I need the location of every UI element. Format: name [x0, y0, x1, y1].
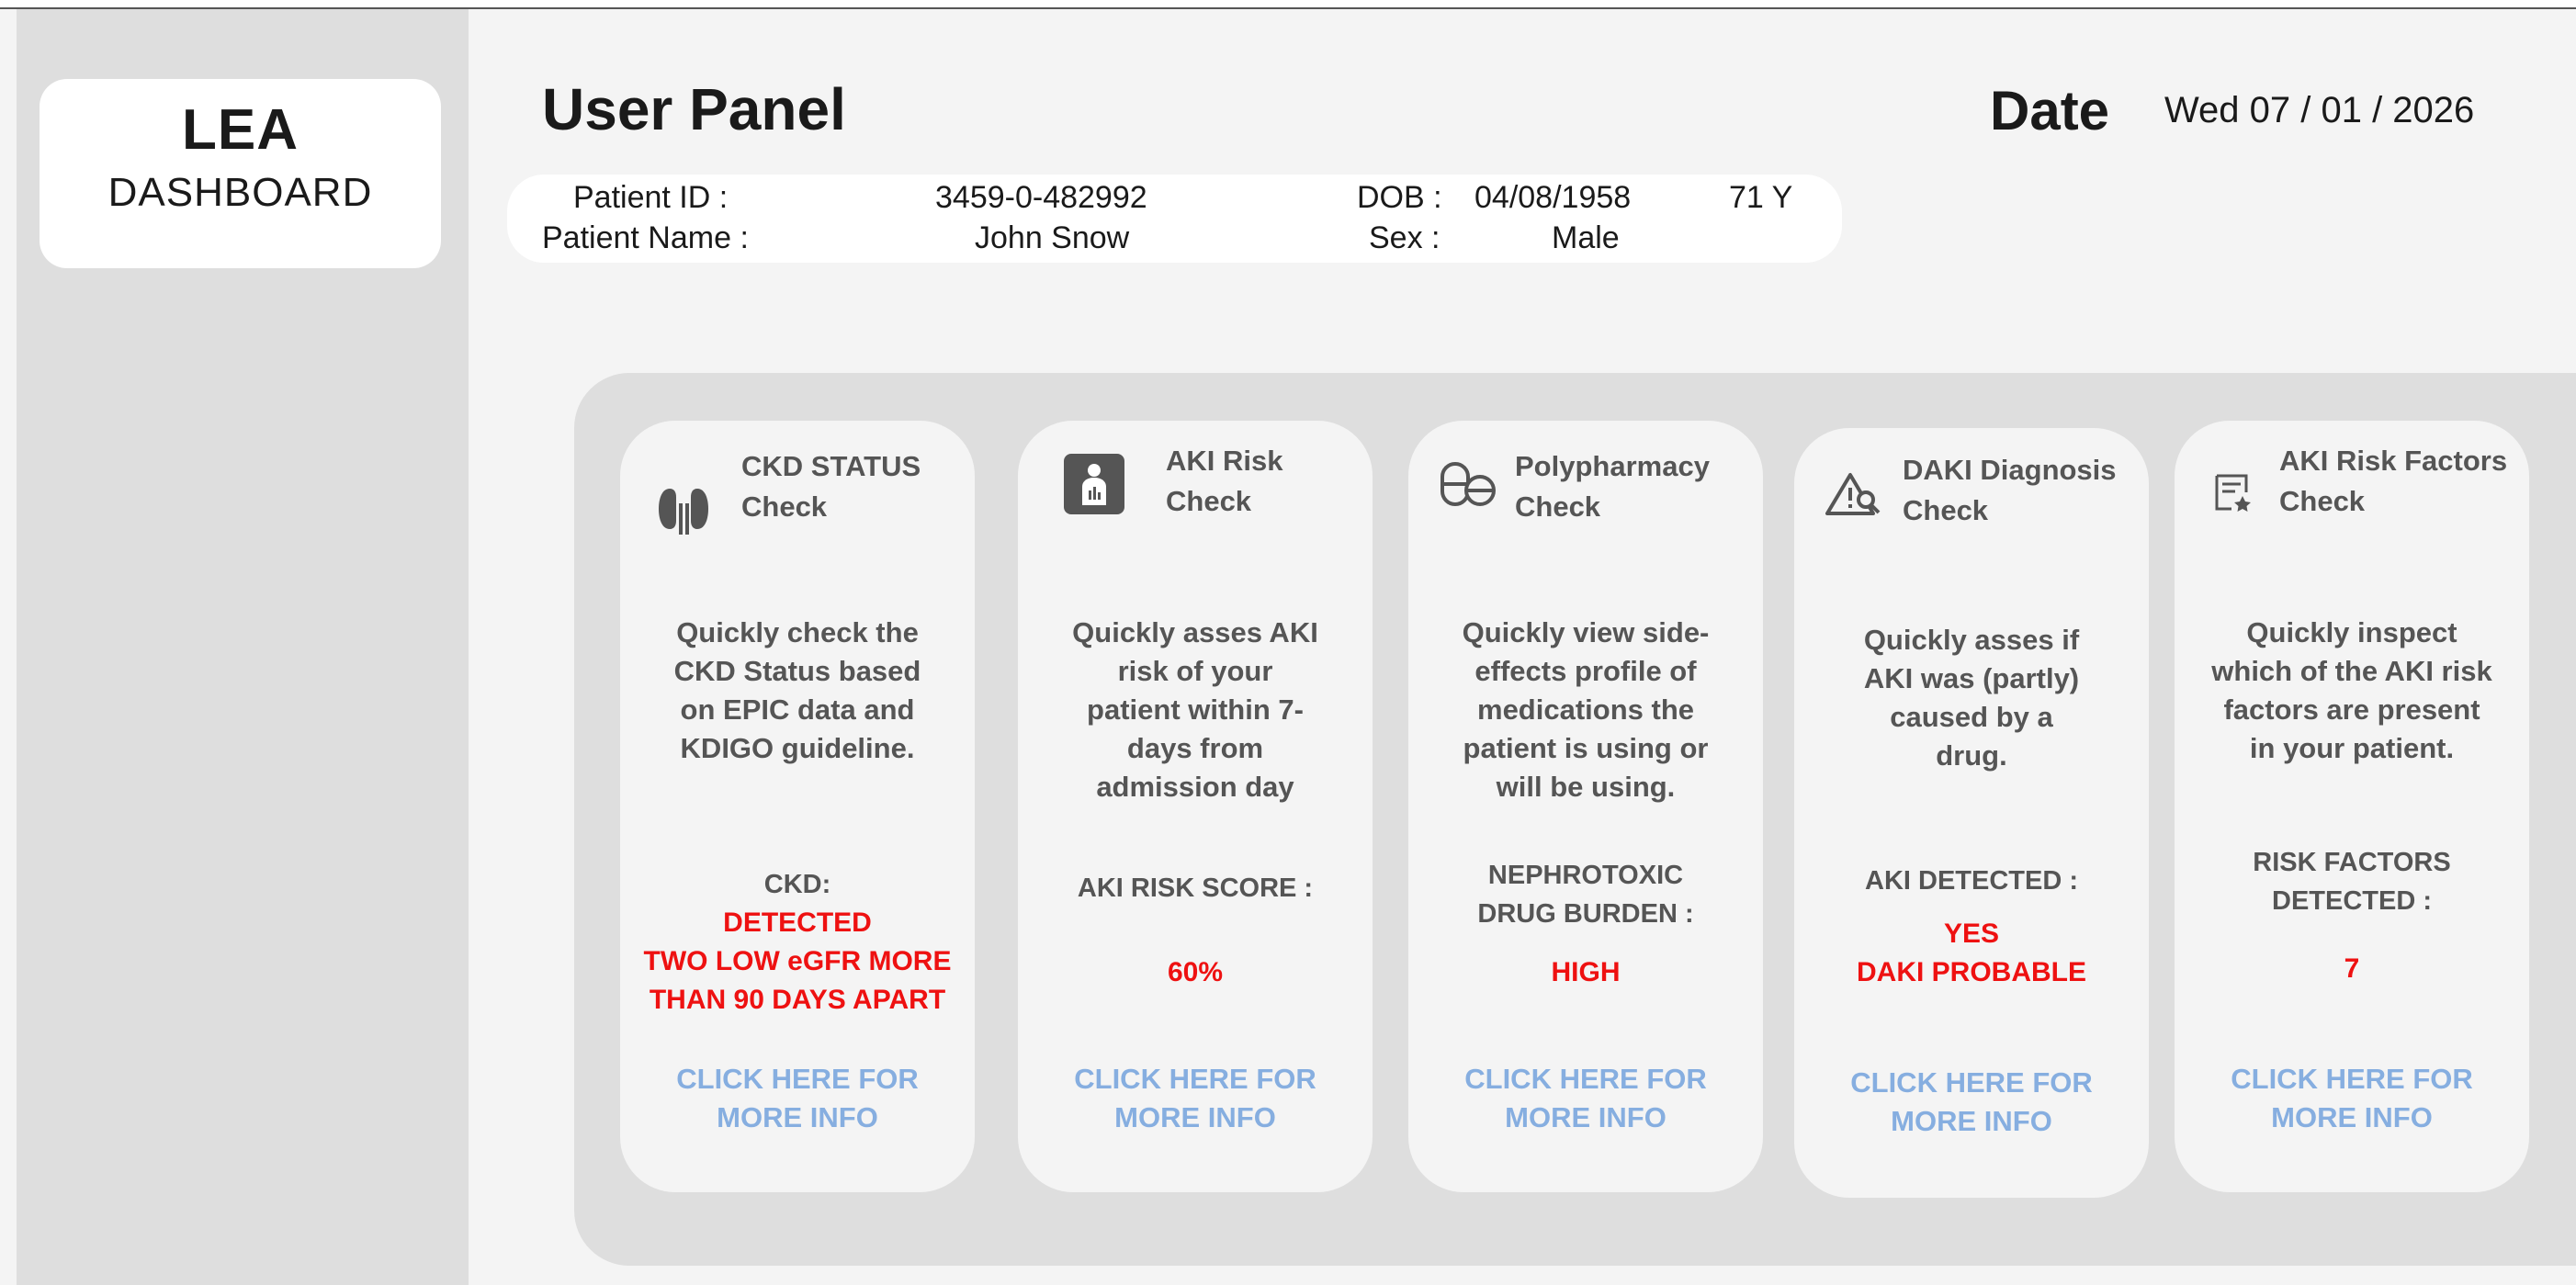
card-result-value: 7 [2344, 953, 2360, 984]
patient-id-label: Patient ID : [573, 180, 729, 215]
card-result-label: CKD: [763, 870, 831, 899]
app-logo[interactable]: LEA DASHBOARD [40, 79, 441, 268]
card-result-value: 60% [1167, 957, 1224, 987]
more-info-link[interactable]: CLICK HERE FOR MORE INFO [1803, 1064, 2140, 1141]
age-value: 71 Y [1729, 180, 1793, 215]
card-result-label: NEPHROTOXIC DRUG BURDEN : [1477, 861, 1694, 929]
more-info-link[interactable]: CLICK HERE FOR MORE INFO [1027, 1060, 1363, 1137]
warning-search-icon [1825, 472, 1882, 516]
patient-name-value: John Snow [975, 220, 1130, 255]
logo-subtitle: DASHBOARD [107, 170, 373, 215]
card-result-value: YES DAKI PROBABLE [1856, 919, 2086, 987]
dob-label: DOB : [1357, 180, 1442, 215]
patient-monitor-icon [1064, 454, 1124, 514]
card-title: AKI Risk Check [1166, 445, 1283, 517]
card-result-label: AKI RISK SCORE : [1077, 874, 1314, 903]
card-title: Polypharmacy Check [1515, 450, 1710, 523]
sex-label: Sex : [1369, 220, 1441, 255]
patient-id-value: 3459-0-482992 [935, 180, 1147, 215]
page-title: User Panel [542, 76, 846, 142]
logo-title: LEA [182, 98, 299, 162]
card-result-label: RISK FACTORS DETECTED : [2253, 848, 2451, 916]
card-description: Quickly view side- effects profile of me… [1462, 616, 1710, 803]
more-info-link[interactable]: CLICK HERE FOR MORE INFO [629, 1060, 966, 1137]
card-description: Quickly asses AKI risk of your patient w… [1072, 616, 1318, 803]
patient-info-bar: Patient ID : 3459-0-482992 Patient Name … [507, 175, 1842, 263]
card-description: Quickly asses if AKI was (partly) caused… [1863, 624, 2080, 772]
more-info-link[interactable]: CLICK HERE FOR MORE INFO [1418, 1060, 1754, 1137]
card-aki-risk[interactable]: AKI Risk Check Quickly asses AKI risk of… [1018, 421, 1373, 1192]
card-title: AKI Risk Factors Check [2279, 445, 2508, 517]
card-result-label: AKI DETECTED : [1865, 866, 2078, 896]
patient-name-label: Patient Name : [542, 220, 749, 255]
card-polypharmacy[interactable]: Polypharmacy Check Quickly view side- ef… [1408, 421, 1763, 1192]
card-description: Quickly check the CKD Status based on EP… [673, 616, 921, 764]
card-title: CKD STATUS Check [741, 450, 921, 523]
more-info-link[interactable]: CLICK HERE FOR MORE INFO [2184, 1060, 2520, 1137]
card-daki-diagnosis[interactable]: DAKI Diagnosis Check Quickly asses if AK… [1794, 428, 2149, 1198]
pills-icon [1440, 461, 1497, 507]
card-ckd-status[interactable]: CKD STATUS Check Quickly check the CKD S… [620, 421, 975, 1192]
card-aki-risk-factors[interactable]: AKI Risk Factors Check Quickly inspect w… [2175, 421, 2529, 1192]
date-label: Date [1990, 80, 2110, 141]
top-border [0, 0, 2576, 9]
date-value: Wed 07 / 01 / 2026 [2164, 90, 2475, 130]
kidney-icon [657, 483, 710, 536]
card-result-value: DETECTED TWO LOW eGFR MORE THAN 90 DAYS … [643, 907, 952, 1015]
checklist-star-icon [2213, 472, 2254, 513]
sex-value: Male [1552, 220, 1620, 255]
card-description: Quickly inspect which of the AKI risk fa… [2211, 616, 2492, 764]
card-title: DAKI Diagnosis Check [1903, 454, 2117, 526]
card-result-value: HIGH [1551, 957, 1621, 987]
dob-value: 04/08/1958 [1474, 180, 1632, 215]
